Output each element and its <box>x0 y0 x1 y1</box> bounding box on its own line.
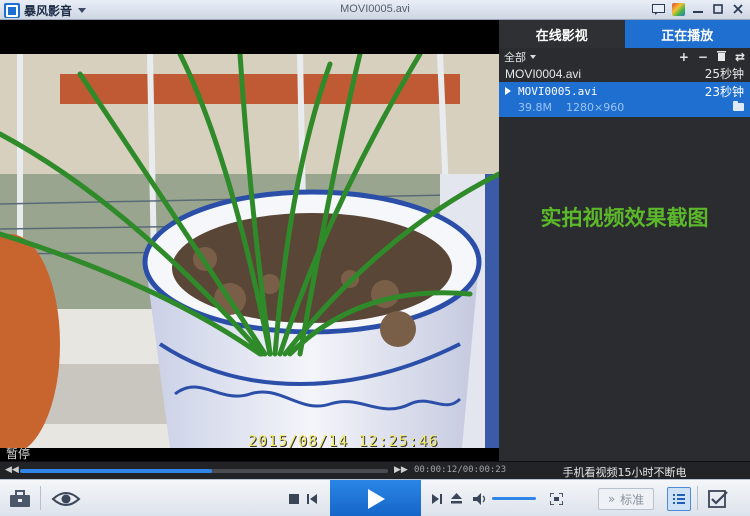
quality-standard-button[interactable]: » 标准 <box>598 488 654 510</box>
previous-icon <box>307 494 317 504</box>
panel-tabs: 在线影视 正在播放 <box>499 20 750 48</box>
window-title: MOVI0005.avi <box>340 3 410 15</box>
playlist-item-active[interactable]: MOVI0005.avi 23秒钟 39.8M 1280×960 <box>499 82 750 117</box>
minimize-button[interactable] <box>690 1 706 17</box>
maximize-icon <box>713 4 723 14</box>
eject-icon <box>450 493 462 504</box>
divider <box>697 486 698 510</box>
window-controls <box>650 1 746 17</box>
video-area[interactable]: 2015/08/14 12:25:46 暂停 <box>0 20 499 461</box>
toolbox-icon <box>10 490 30 507</box>
loop-icon[interactable]: ⇄ <box>735 50 745 64</box>
seek-bar[interactable] <box>20 469 388 473</box>
next-button[interactable] <box>431 493 443 505</box>
playlist-item-name: MOVI0004.avi <box>505 66 582 81</box>
double-chevron-right-icon: » <box>607 492 616 506</box>
play-icon <box>368 489 385 509</box>
eye-protect-button[interactable] <box>50 489 82 509</box>
close-icon <box>733 4 743 14</box>
playlist-item-duration: 23秒钟 <box>704 84 744 99</box>
quality-label: 标准 <box>620 492 645 507</box>
playback-time: 00:00:12/00:00:23 <box>414 465 507 475</box>
playlist-filter-dropdown[interactable]: 全部 <box>504 49 536 65</box>
promo-text: 实拍视频效果截图 <box>540 206 709 230</box>
close-button[interactable] <box>730 1 746 17</box>
playlist-item[interactable]: MOVI0004.avi 25秒钟 <box>499 65 750 82</box>
progress-row: ◀◀ ▶▶ 00:00:12/00:00:23 手机看视频15小时不断电 <box>0 461 750 479</box>
seek-bar-fill <box>20 469 212 473</box>
minimize-icon <box>693 11 703 13</box>
fullscreen-button[interactable] <box>549 492 563 505</box>
stop-icon <box>289 494 299 504</box>
next-icon <box>432 494 442 504</box>
settings-button[interactable] <box>706 488 732 510</box>
video-timestamp-overlay: 2015/08/14 12:25:46 <box>248 432 439 448</box>
previous-button[interactable] <box>306 493 318 505</box>
divider <box>40 486 41 510</box>
tab-online-video[interactable]: 在线影视 <box>499 20 625 48</box>
video-frame: 2015/08/14 12:25:46 <box>0 54 499 448</box>
message-button[interactable] <box>650 1 666 17</box>
add-icon[interactable]: + <box>679 50 689 64</box>
playlist-icon <box>673 494 685 504</box>
toolbox-button[interactable] <box>8 489 32 509</box>
file-size: 39.8M <box>518 100 552 114</box>
volume-slider[interactable] <box>492 497 536 500</box>
playlist-panel: 在线影视 正在播放 全部 + − ⇄ MOVI0004.avi 25秒钟 MOV… <box>499 20 750 461</box>
playing-indicator-icon <box>505 87 511 95</box>
video-frame-image <box>0 54 499 448</box>
rewind-icon[interactable]: ◀◀ <box>5 465 19 475</box>
title-bar: 暴风影音 MOVI0005.avi <box>0 0 750 20</box>
maximize-button[interactable] <box>710 1 726 17</box>
skin-icon <box>671 3 685 16</box>
playlist-item-duration: 25秒钟 <box>704 67 744 81</box>
bottom-promo-link[interactable]: 手机看视频15小时不断电 <box>499 464 750 480</box>
message-icon <box>651 3 665 15</box>
delete-icon[interactable] <box>716 50 726 64</box>
remove-icon[interactable]: − <box>698 50 708 64</box>
playlist-toggle-button[interactable] <box>667 487 691 511</box>
chevron-down-icon <box>530 54 536 59</box>
fast-forward-icon[interactable]: ▶▶ <box>394 465 408 475</box>
tab-now-playing[interactable]: 正在播放 <box>624 20 750 48</box>
eye-icon <box>51 492 81 506</box>
file-resolution: 1280×960 <box>565 100 625 114</box>
play-button[interactable] <box>330 480 421 516</box>
skin-button[interactable] <box>670 1 686 17</box>
checklist-icon <box>708 490 728 508</box>
control-bar: » 标准 <box>0 479 750 516</box>
speaker-icon <box>472 492 485 505</box>
filter-label: 全部 <box>504 50 526 64</box>
playlist-actions: + − ⇄ <box>679 50 745 64</box>
play-status-text: 暂停 <box>6 447 31 461</box>
eject-button[interactable] <box>450 492 462 505</box>
volume-button[interactable] <box>472 492 488 505</box>
open-folder-icon[interactable] <box>733 101 744 111</box>
playlist-item-name: MOVI0005.avi <box>518 84 598 98</box>
fullscreen-icon <box>549 492 563 505</box>
stop-button[interactable] <box>288 493 300 505</box>
playlist-toolbar: 全部 + − ⇄ <box>499 48 750 65</box>
